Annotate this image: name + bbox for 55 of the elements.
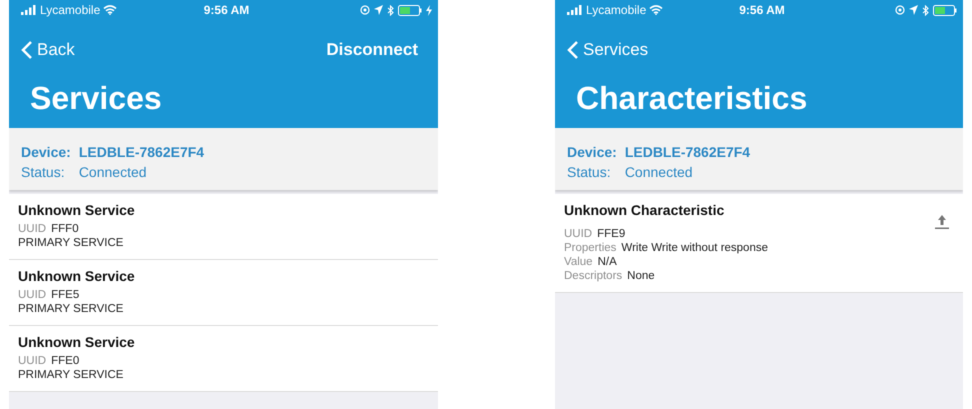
field-label: UUID: [564, 227, 592, 241]
carrier-name: Lycamobile: [40, 3, 100, 17]
service-row[interactable]: Unknown Service UUID FFE5 PRIMARY SERVICE: [9, 260, 438, 326]
characteristic-title: Unknown Characteristic: [564, 202, 726, 218]
battery-icon: [398, 4, 422, 16]
status-label: Status:: [567, 164, 611, 180]
service-type: PRIMARY SERVICE: [18, 368, 124, 382]
field-label: Value: [564, 255, 593, 269]
carrier-name: Lycamobile: [586, 3, 646, 17]
status-label: Status:: [21, 164, 65, 180]
field-label: UUID: [18, 288, 46, 302]
characteristic-row[interactable]: Unknown Characteristic UUID FFE9 Properties Write Write without response Value N/A Descriptors None: [555, 194, 963, 293]
field-value: N/A: [598, 255, 617, 269]
service-title: Unknown Service: [18, 202, 135, 218]
clock-time: 9:56 AM: [739, 3, 785, 17]
screen-title: Characteristics: [575, 80, 808, 116]
field-value: FFE9: [597, 227, 626, 241]
signal-icon: [567, 5, 583, 15]
location-icon: [374, 5, 384, 15]
service-title: Unknown Service: [18, 268, 135, 284]
service-type: PRIMARY SERVICE: [18, 302, 124, 316]
field-value: FFE5: [51, 288, 80, 302]
upload-icon[interactable]: [935, 214, 949, 230]
field-label: UUID: [18, 354, 46, 368]
bluetooth-icon: [387, 4, 394, 16]
device-label: Device:: [21, 144, 71, 160]
service-title: Unknown Service: [18, 334, 135, 350]
service-row[interactable]: Unknown Service UUID FFE0 PRIMARY SERVICE: [9, 326, 438, 392]
field-label: UUID: [18, 222, 46, 236]
location-icon: [909, 5, 918, 15]
field-value: FFF0: [51, 222, 79, 236]
field-value: FFE0: [51, 354, 80, 368]
device-name: LEDBLE-7862E7F4: [78, 144, 204, 160]
battery-icon: [933, 4, 958, 16]
rotation-lock-icon: [895, 5, 906, 15]
rotation-lock-icon: [360, 5, 370, 15]
device-name: LEDBLE-7862E7F4: [624, 144, 750, 160]
wifi-icon: [103, 5, 118, 15]
device-label: Device:: [567, 144, 617, 160]
status-value: Connected: [624, 164, 693, 180]
status-value: Connected: [78, 164, 147, 180]
field-value: None: [627, 269, 655, 283]
wifi-icon: [649, 5, 664, 15]
chevron-left-icon: [21, 40, 33, 60]
charging-icon: [426, 4, 432, 16]
service-row[interactable]: Unknown Service UUID FFF0 PRIMARY SERVICE: [9, 194, 438, 260]
field-value: Write Write without response: [621, 241, 768, 255]
screen-title: Services: [29, 80, 163, 116]
signal-icon: [21, 5, 37, 15]
field-label: Descriptors: [564, 269, 622, 283]
clock-time: 9:56 AM: [204, 3, 250, 17]
bluetooth-icon: [922, 4, 930, 16]
service-type: PRIMARY SERVICE: [18, 236, 124, 250]
field-label: Properties: [564, 241, 616, 255]
chevron-left-icon: [567, 40, 579, 60]
